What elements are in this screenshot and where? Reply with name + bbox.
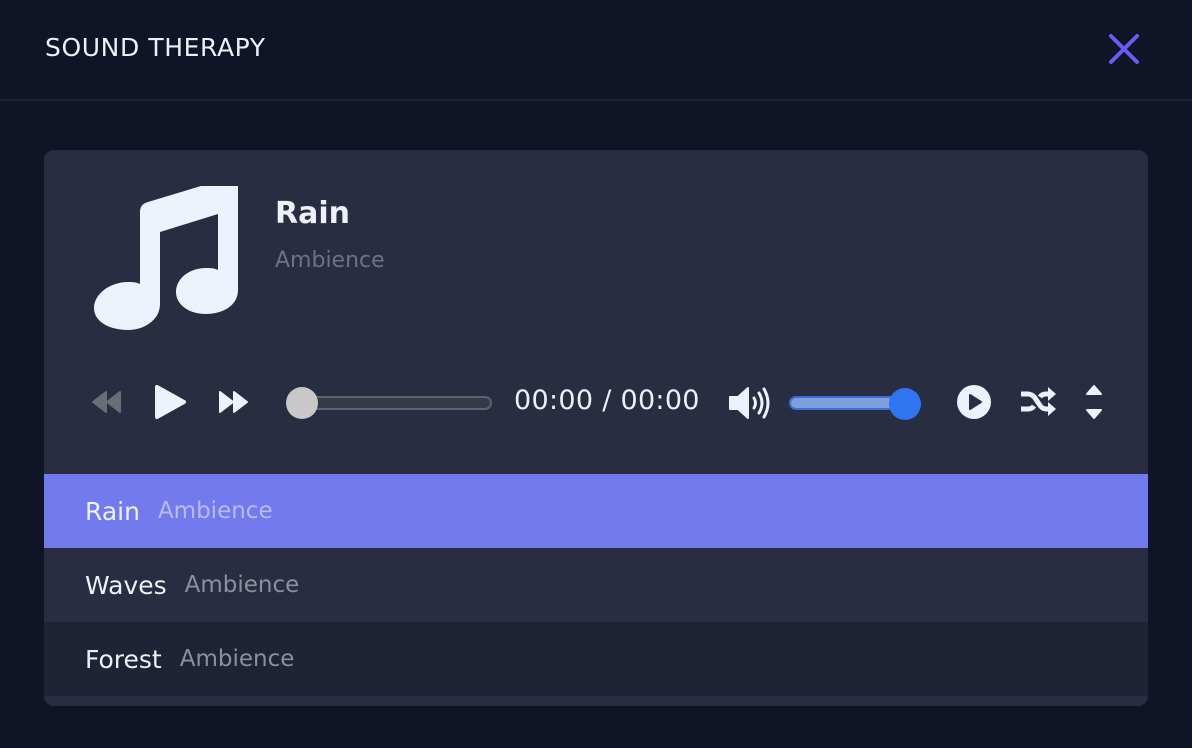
- play-circle-icon: [957, 385, 991, 419]
- close-button[interactable]: [1106, 31, 1142, 67]
- modal-header: SOUND THERAPY: [0, 0, 1192, 101]
- album-art: [92, 176, 242, 336]
- playlist-item[interactable]: Forest Ambience: [44, 622, 1148, 696]
- close-icon: [1109, 34, 1139, 64]
- volume-high-icon: [729, 387, 770, 419]
- play-button[interactable]: [152, 383, 188, 426]
- music-note-icon: [94, 176, 238, 330]
- volume-button[interactable]: [728, 386, 772, 425]
- shuffle-button[interactable]: [1019, 384, 1057, 425]
- play-icon: [155, 385, 186, 419]
- rewind-icon: [92, 391, 121, 413]
- autoplay-button[interactable]: [956, 384, 992, 425]
- volume-thumb[interactable]: [889, 388, 921, 420]
- track-title: Rain: [275, 196, 350, 231]
- playlist-item[interactable]: Rain Ambience: [44, 474, 1148, 548]
- track-subtitle: Ambience: [275, 248, 385, 273]
- progress-slider[interactable]: [286, 387, 492, 419]
- modal-title: SOUND THERAPY: [45, 33, 266, 62]
- playlist-item-category: Ambience: [157, 498, 273, 524]
- expand-button[interactable]: [1084, 382, 1104, 427]
- fast-forward-button[interactable]: [218, 388, 250, 421]
- volume-slider[interactable]: [789, 388, 921, 420]
- playlist-item-name: Forest: [85, 644, 162, 674]
- playlist-item[interactable]: Waves Ambience: [44, 548, 1148, 622]
- playlist-item-category: Ambience: [184, 572, 300, 598]
- time-display: 00:00 / 00:00: [514, 385, 700, 416]
- fast-forward-icon: [219, 391, 248, 413]
- playlist-item-name: Waves: [85, 570, 167, 600]
- playlist-item-name: Rain: [85, 496, 140, 526]
- progress-track[interactable]: [298, 396, 492, 410]
- playlist: Rain Ambience Waves Ambience Forest Ambi…: [44, 474, 1148, 696]
- player-controls: 00:00 / 00:00: [44, 372, 1148, 432]
- player-card: Rain Ambience 00:00 / 00:00 Rain Ambienc…: [44, 150, 1148, 706]
- rewind-button[interactable]: [90, 388, 122, 421]
- shuffle-icon: [1021, 387, 1056, 416]
- progress-thumb[interactable]: [286, 387, 318, 419]
- sort-up-down-icon: [1086, 385, 1102, 419]
- playlist-item-category: Ambience: [179, 646, 295, 672]
